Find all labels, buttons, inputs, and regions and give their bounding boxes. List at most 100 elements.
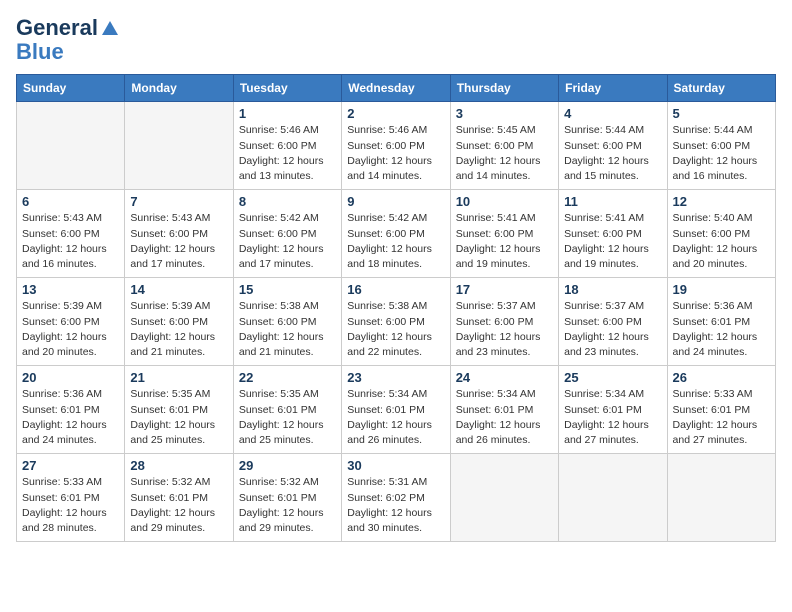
- day-number: 4: [564, 106, 661, 121]
- day-info: Sunrise: 5:36 AM Sunset: 6:01 PM Dayligh…: [673, 299, 770, 360]
- calendar-cell: 21 Sunrise: 5:35 AM Sunset: 6:01 PM Dayli…: [125, 366, 233, 454]
- calendar-cell: 6 Sunrise: 5:43 AM Sunset: 6:00 PM Daylig…: [17, 190, 125, 278]
- calendar-cell: 17 Sunrise: 5:37 AM Sunset: 6:00 PM Dayli…: [450, 278, 558, 366]
- day-info: Sunrise: 5:41 AM Sunset: 6:00 PM Dayligh…: [456, 211, 553, 272]
- calendar-cell: 26 Sunrise: 5:33 AM Sunset: 6:01 PM Dayli…: [667, 366, 775, 454]
- calendar-cell: 14 Sunrise: 5:39 AM Sunset: 6:00 PM Dayli…: [125, 278, 233, 366]
- logo-general: General: [16, 16, 98, 40]
- day-info: Sunrise: 5:43 AM Sunset: 6:00 PM Dayligh…: [130, 211, 227, 272]
- day-info: Sunrise: 5:42 AM Sunset: 6:00 PM Dayligh…: [347, 211, 444, 272]
- calendar-cell: 3 Sunrise: 5:45 AM Sunset: 6:00 PM Daylig…: [450, 102, 558, 190]
- day-number: 8: [239, 194, 336, 209]
- day-info: Sunrise: 5:44 AM Sunset: 6:00 PM Dayligh…: [564, 123, 661, 184]
- day-number: 11: [564, 194, 661, 209]
- day-info: Sunrise: 5:32 AM Sunset: 6:01 PM Dayligh…: [239, 475, 336, 536]
- calendar-table: SundayMondayTuesdayWednesdayThursdayFrid…: [16, 74, 776, 542]
- calendar-cell: 11 Sunrise: 5:41 AM Sunset: 6:00 PM Dayli…: [559, 190, 667, 278]
- day-number: 14: [130, 282, 227, 297]
- logo-triangle-icon: [102, 21, 118, 35]
- calendar-cell: 18 Sunrise: 5:37 AM Sunset: 6:00 PM Dayli…: [559, 278, 667, 366]
- day-number: 24: [456, 370, 553, 385]
- day-number: 7: [130, 194, 227, 209]
- calendar-cell: 22Sunrise: 5:35 AM Sunset: 6:01 PM Dayli…: [233, 366, 341, 454]
- weekday-header-row: SundayMondayTuesdayWednesdayThursdayFrid…: [17, 75, 776, 102]
- calendar-cell: 28Sunrise: 5:32 AM Sunset: 6:01 PM Dayli…: [125, 454, 233, 542]
- day-number: 25: [564, 370, 661, 385]
- day-info: Sunrise: 5:43 AM Sunset: 6:00 PM Dayligh…: [22, 211, 119, 272]
- day-number: 15: [239, 282, 336, 297]
- calendar-cell: 20Sunrise: 5:36 AM Sunset: 6:01 PM Dayli…: [17, 366, 125, 454]
- calendar-cell: 27Sunrise: 5:33 AM Sunset: 6:01 PM Dayli…: [17, 454, 125, 542]
- day-number: 22: [239, 370, 336, 385]
- day-number: 5: [673, 106, 770, 121]
- day-number: 12: [673, 194, 770, 209]
- day-number: 29: [239, 458, 336, 473]
- day-info: Sunrise: 5:39 AM Sunset: 6:00 PM Dayligh…: [22, 299, 119, 360]
- calendar-cell: 19 Sunrise: 5:36 AM Sunset: 6:01 PM Dayli…: [667, 278, 775, 366]
- calendar-cell: 8Sunrise: 5:42 AM Sunset: 6:00 PM Daylig…: [233, 190, 341, 278]
- calendar-cell: 10 Sunrise: 5:41 AM Sunset: 6:00 PM Dayli…: [450, 190, 558, 278]
- day-number: 10: [456, 194, 553, 209]
- calendar-cell: 5Sunrise: 5:44 AM Sunset: 6:00 PM Daylig…: [667, 102, 775, 190]
- day-number: 13: [22, 282, 119, 297]
- day-info: Sunrise: 5:41 AM Sunset: 6:00 PM Dayligh…: [564, 211, 661, 272]
- weekday-header-thursday: Thursday: [450, 75, 558, 102]
- day-info: Sunrise: 5:45 AM Sunset: 6:00 PM Dayligh…: [456, 123, 553, 184]
- weekday-header-sunday: Sunday: [17, 75, 125, 102]
- calendar-week-3: 13 Sunrise: 5:39 AM Sunset: 6:00 PM Dayli…: [17, 278, 776, 366]
- logo-blue: Blue: [16, 40, 64, 64]
- weekday-header-saturday: Saturday: [667, 75, 775, 102]
- weekday-header-monday: Monday: [125, 75, 233, 102]
- calendar-week-2: 6 Sunrise: 5:43 AM Sunset: 6:00 PM Daylig…: [17, 190, 776, 278]
- calendar-cell: 15 Sunrise: 5:38 AM Sunset: 6:00 PM Dayli…: [233, 278, 341, 366]
- day-info: Sunrise: 5:36 AM Sunset: 6:01 PM Dayligh…: [22, 387, 119, 448]
- calendar-cell: 23 Sunrise: 5:34 AM Sunset: 6:01 PM Dayli…: [342, 366, 450, 454]
- calendar-cell: 2 Sunrise: 5:46 AM Sunset: 6:00 PM Daylig…: [342, 102, 450, 190]
- calendar-cell: 24 Sunrise: 5:34 AM Sunset: 6:01 PM Dayli…: [450, 366, 558, 454]
- day-info: Sunrise: 5:33 AM Sunset: 6:01 PM Dayligh…: [673, 387, 770, 448]
- day-number: 17: [456, 282, 553, 297]
- day-number: 3: [456, 106, 553, 121]
- day-info: Sunrise: 5:39 AM Sunset: 6:00 PM Dayligh…: [130, 299, 227, 360]
- calendar-cell: [125, 102, 233, 190]
- weekday-header-wednesday: Wednesday: [342, 75, 450, 102]
- day-number: 2: [347, 106, 444, 121]
- day-info: Sunrise: 5:34 AM Sunset: 6:01 PM Dayligh…: [456, 387, 553, 448]
- day-number: 26: [673, 370, 770, 385]
- calendar-cell: [559, 454, 667, 542]
- day-info: Sunrise: 5:35 AM Sunset: 6:01 PM Dayligh…: [130, 387, 227, 448]
- calendar-cell: [667, 454, 775, 542]
- day-info: Sunrise: 5:37 AM Sunset: 6:00 PM Dayligh…: [564, 299, 661, 360]
- day-number: 27: [22, 458, 119, 473]
- day-info: Sunrise: 5:31 AM Sunset: 6:02 PM Dayligh…: [347, 475, 444, 536]
- calendar-cell: [450, 454, 558, 542]
- day-number: 23: [347, 370, 444, 385]
- calendar-cell: 16Sunrise: 5:38 AM Sunset: 6:00 PM Dayli…: [342, 278, 450, 366]
- day-number: 21: [130, 370, 227, 385]
- day-info: Sunrise: 5:46 AM Sunset: 6:00 PM Dayligh…: [239, 123, 336, 184]
- day-info: Sunrise: 5:40 AM Sunset: 6:00 PM Dayligh…: [673, 211, 770, 272]
- calendar-cell: 12 Sunrise: 5:40 AM Sunset: 6:00 PM Dayli…: [667, 190, 775, 278]
- day-number: 18: [564, 282, 661, 297]
- calendar-cell: 4 Sunrise: 5:44 AM Sunset: 6:00 PM Daylig…: [559, 102, 667, 190]
- day-number: 6: [22, 194, 119, 209]
- day-number: 19: [673, 282, 770, 297]
- calendar-week-5: 27Sunrise: 5:33 AM Sunset: 6:01 PM Dayli…: [17, 454, 776, 542]
- day-info: Sunrise: 5:34 AM Sunset: 6:01 PM Dayligh…: [347, 387, 444, 448]
- calendar-cell: 9 Sunrise: 5:42 AM Sunset: 6:00 PM Daylig…: [342, 190, 450, 278]
- day-number: 9: [347, 194, 444, 209]
- day-info: Sunrise: 5:46 AM Sunset: 6:00 PM Dayligh…: [347, 123, 444, 184]
- page-header: General Blue: [16, 16, 776, 64]
- day-info: Sunrise: 5:37 AM Sunset: 6:00 PM Dayligh…: [456, 299, 553, 360]
- calendar-cell: [17, 102, 125, 190]
- calendar-week-1: 1Sunrise: 5:46 AM Sunset: 6:00 PM Daylig…: [17, 102, 776, 190]
- day-number: 16: [347, 282, 444, 297]
- day-info: Sunrise: 5:38 AM Sunset: 6:00 PM Dayligh…: [239, 299, 336, 360]
- day-number: 28: [130, 458, 227, 473]
- calendar-week-4: 20Sunrise: 5:36 AM Sunset: 6:01 PM Dayli…: [17, 366, 776, 454]
- logo: General Blue: [16, 16, 118, 64]
- calendar-cell: 7 Sunrise: 5:43 AM Sunset: 6:00 PM Daylig…: [125, 190, 233, 278]
- weekday-header-tuesday: Tuesday: [233, 75, 341, 102]
- calendar-cell: 13 Sunrise: 5:39 AM Sunset: 6:00 PM Dayli…: [17, 278, 125, 366]
- day-info: Sunrise: 5:34 AM Sunset: 6:01 PM Dayligh…: [564, 387, 661, 448]
